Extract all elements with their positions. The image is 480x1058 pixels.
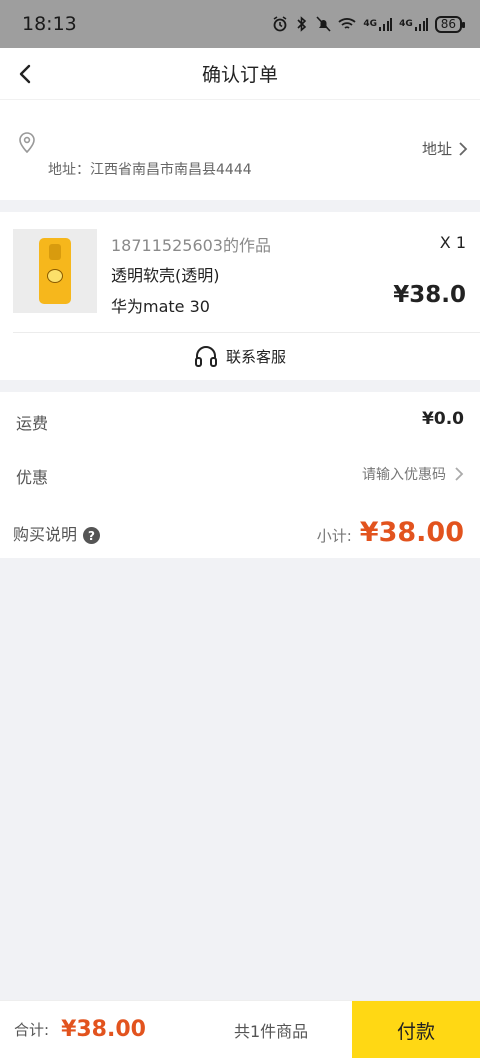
chevron-right-icon bbox=[455, 467, 464, 481]
coupon-label: 优惠 bbox=[16, 468, 49, 487]
total-value: ¥38.00 bbox=[61, 1017, 146, 1042]
product-quantity: X 1 bbox=[439, 233, 466, 252]
coupon-placeholder: 请输入优惠码 bbox=[362, 467, 446, 483]
battery-indicator: 86 bbox=[434, 15, 466, 33]
purchase-notes: 购买说明? bbox=[13, 521, 101, 545]
network-type-2: 4G bbox=[399, 19, 413, 29]
address-text: 地址：江西省南昌市南昌县4444 bbox=[48, 162, 252, 178]
shipping-label: 运费 bbox=[16, 414, 49, 433]
back-arrow-icon bbox=[19, 64, 31, 84]
signal-icon-2: 4G bbox=[399, 17, 428, 31]
help-icon[interactable]: ? bbox=[83, 527, 101, 544]
phone-case-image bbox=[39, 238, 71, 304]
contact-service-button[interactable]: 联系客服 bbox=[0, 333, 480, 379]
signal-icon-1: 4G bbox=[363, 17, 393, 31]
headphones-icon bbox=[194, 346, 217, 367]
subtotal-value: ¥38.00 bbox=[359, 517, 464, 548]
pay-button[interactable]: 付款 bbox=[352, 1001, 480, 1058]
shipping-value: ¥0.0 bbox=[422, 409, 464, 429]
mute-bell-icon bbox=[316, 16, 331, 32]
status-icons: 4G 4G 86 bbox=[272, 15, 466, 33]
product-model: 华为mate 30 bbox=[111, 297, 210, 316]
nav-bar: 确认订单 bbox=[0, 48, 480, 100]
product-name: 透明软壳(透明) bbox=[111, 266, 220, 285]
subtotal: 小计: ¥38.00 bbox=[317, 517, 464, 548]
product-price: ¥38.0 bbox=[393, 282, 466, 308]
product-author: 18711525603的作品 bbox=[111, 236, 271, 255]
purchase-notes-label: 购买说明 bbox=[13, 525, 78, 544]
item-count: 共1件商品 bbox=[234, 1021, 309, 1041]
subtotal-label: 小计: bbox=[316, 527, 352, 545]
network-type-1: 4G bbox=[363, 19, 378, 29]
page-title: 确认订单 bbox=[201, 64, 278, 86]
order-summary: 运费 ¥0.0 优惠 请输入优惠码 购买说明? 小计: ¥38.00 bbox=[0, 392, 480, 558]
total-label: 合计: bbox=[14, 1021, 50, 1039]
location-pin-icon bbox=[18, 132, 36, 158]
chevron-right-icon bbox=[459, 141, 468, 156]
wifi-icon bbox=[338, 17, 357, 31]
back-button[interactable] bbox=[14, 62, 38, 86]
status-bar: 18:13 4G 4G 86 bbox=[0, 0, 480, 48]
product-card: 18711525603的作品 透明软壳(透明) 华为mate 30 X 1 ¥3… bbox=[0, 212, 480, 380]
status-time: 18:13 bbox=[22, 13, 77, 35]
coupon-input[interactable]: 请输入优惠码 bbox=[362, 464, 464, 484]
address-link-label: 地址 bbox=[421, 140, 452, 158]
contact-service-label: 联系客服 bbox=[225, 347, 286, 366]
product-thumbnail[interactable] bbox=[13, 229, 97, 313]
address-card[interactable]: 地址：江西省南昌市南昌县4444 地址 bbox=[0, 100, 480, 200]
checkout-bar: 合计: ¥38.00 共1件商品 付款 bbox=[0, 1000, 480, 1058]
bluetooth-icon bbox=[295, 16, 309, 32]
address-select-link[interactable]: 地址 bbox=[422, 138, 468, 159]
alarm-icon bbox=[272, 16, 288, 32]
